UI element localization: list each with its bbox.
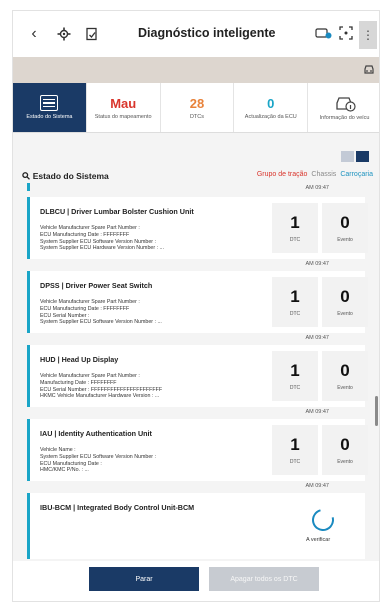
module-info: Vehicle Manufacturer Spare Part Number :… (40, 373, 163, 400)
event-value: 0 (340, 435, 350, 454)
summary-tabs: Estado do Sistema Mau Status do mapeamen… (13, 83, 379, 133)
tab-mapping-status[interactable]: Mau Status do mapeamento (87, 83, 161, 132)
bottom-action-bar: Parar Apagar todos os DTC (13, 561, 379, 601)
ecu-update-count: 0 (267, 95, 275, 111)
list-icon (40, 95, 59, 111)
filter-powertrain[interactable]: Grupo de tração (257, 171, 308, 178)
gear-icon (57, 27, 71, 41)
module-card-hud[interactable]: HUD | Head Up Display Vehicle Manufactur… (27, 345, 368, 407)
vehicle-info-icon (335, 97, 356, 112)
event-label: Evento (337, 385, 353, 391)
timestamp: AM 09:47 (305, 185, 329, 191)
scan-button[interactable] (339, 25, 353, 45)
module-name: HUD | Head Up Display (40, 355, 119, 364)
more-menu-button[interactable]: ⋮ (359, 21, 377, 49)
search-icon[interactable]: ⚲ (20, 170, 33, 183)
module-info: Vehicle Manufacturer Spare Part Number :… (40, 225, 164, 252)
module-card-dpss[interactable]: DPSS | Driver Power Seat Switch Vehicle … (27, 271, 368, 333)
dtc-label: DTC (289, 237, 301, 243)
timestamp: AM 09:47 (305, 335, 329, 341)
more-vertical-icon: ⋮ (362, 28, 374, 42)
event-count-box[interactable]: 0 Evento (322, 203, 368, 253)
event-value: 0 (340, 361, 350, 380)
event-value: 0 (340, 287, 350, 306)
dtc-value: 1 (290, 361, 300, 380)
report-button[interactable] (79, 21, 105, 47)
module-info: Vehicle Name : System Supplier ECU Softw… (40, 447, 156, 474)
module-name: IAU | Identity Authentication Unit (40, 429, 152, 438)
vehicle-scan-icon (315, 27, 332, 38)
event-label: Evento (337, 459, 353, 465)
verify-status: A verificar (306, 537, 331, 543)
view-toggle[interactable] (341, 151, 369, 162)
module-info: Vehicle Manufacturer Spare Part Number :… (40, 299, 162, 326)
timestamp: AM 09:47 (305, 409, 329, 415)
module-name: IBU-BCM | Integrated Body Control Unit-B… (40, 503, 195, 512)
event-label: Evento (337, 311, 353, 317)
event-label: Evento (337, 237, 353, 243)
dtc-count: 28 (189, 95, 205, 111)
tab-vehicle-info[interactable]: Informação do veícu (308, 83, 379, 132)
vehicle-scan-button[interactable] (315, 26, 333, 45)
timestamp: AM 09:47 (305, 483, 329, 489)
event-count-box[interactable]: 0 Evento (322, 277, 368, 327)
tab-dtcs[interactable]: 28 DTCs (161, 83, 235, 132)
tab-label: DTCs (189, 113, 205, 120)
dtc-count-box[interactable]: 1 DTC (272, 203, 318, 253)
dtc-count-box[interactable]: 1 DTC (272, 351, 318, 401)
tab-label: Informação do veícu (319, 115, 370, 121)
previous-card-edge (27, 183, 30, 191)
car-icon (364, 65, 374, 74)
scan-frame-icon (339, 25, 353, 40)
event-value: 0 (340, 213, 350, 232)
module-card-dlbcu[interactable]: DLBCU | Driver Lumbar Bolster Cushion Un… (27, 197, 368, 259)
settings-button[interactable] (51, 21, 77, 47)
dtc-count-box[interactable]: 1 DTC (272, 425, 318, 475)
document-check-icon (86, 27, 97, 41)
dtc-value: 1 (290, 435, 300, 454)
tab-label: Actualização da ECU (244, 113, 297, 120)
stop-button[interactable]: Parar (89, 567, 199, 591)
delete-all-dtc-button[interactable]: Apagar todos os DTC (209, 567, 319, 591)
filter-chassis[interactable]: Chassis (311, 171, 336, 178)
section-heading: ⚲ Estado do Sistema (20, 170, 109, 183)
page-title: Diagnóstico inteligente (138, 26, 276, 40)
module-card-iau[interactable]: IAU | Identity Authentication Unit Vehic… (27, 419, 368, 481)
tab-label: Estado do Sistema (26, 114, 73, 120)
tab-system-status[interactable]: Estado do Sistema (13, 83, 87, 132)
dtc-count-box[interactable]: 1 DTC (272, 277, 318, 327)
scrollbar[interactable] (375, 396, 378, 426)
grid-view-icon[interactable] (356, 151, 369, 162)
vehicle-band (13, 57, 379, 83)
app-frame: ‹ Diagnóstico inteligente ⋮ Estado do Si… (12, 10, 380, 602)
dtc-label: DTC (289, 385, 301, 391)
event-count-box[interactable]: 0 Evento (322, 425, 368, 475)
dtc-label: DTC (289, 311, 301, 317)
back-button[interactable]: ‹ (21, 21, 47, 47)
dtc-value: 1 (290, 213, 300, 232)
loading-spinner-icon (307, 504, 339, 536)
event-count-box[interactable]: 0 Evento (322, 351, 368, 401)
module-name: DLBCU | Driver Lumbar Bolster Cushion Un… (40, 207, 194, 216)
timestamp: AM 09:47 (305, 261, 329, 267)
dtc-label: DTC (289, 459, 301, 465)
list-view-icon[interactable] (341, 151, 354, 162)
header-actions: ⋮ (315, 21, 377, 49)
section-title: Estado do Sistema (32, 171, 109, 181)
app-header: ‹ Diagnóstico inteligente ⋮ (13, 11, 379, 57)
back-icon: ‹ (31, 25, 37, 42)
tab-label: Status do mapeamento (94, 113, 152, 120)
system-filters: Grupo de tração Chassis Carroçaria (257, 171, 373, 178)
filter-body[interactable]: Carroçaria (340, 171, 373, 178)
module-card-ibu-bcm[interactable]: IBU-BCM | Integrated Body Control Unit-B… (27, 493, 365, 559)
mapping-status-value: Mau (110, 95, 137, 111)
dtc-value: 1 (290, 287, 300, 306)
module-name: DPSS | Driver Power Seat Switch (40, 281, 153, 290)
tab-ecu-update[interactable]: 0 Actualização da ECU (234, 83, 309, 132)
